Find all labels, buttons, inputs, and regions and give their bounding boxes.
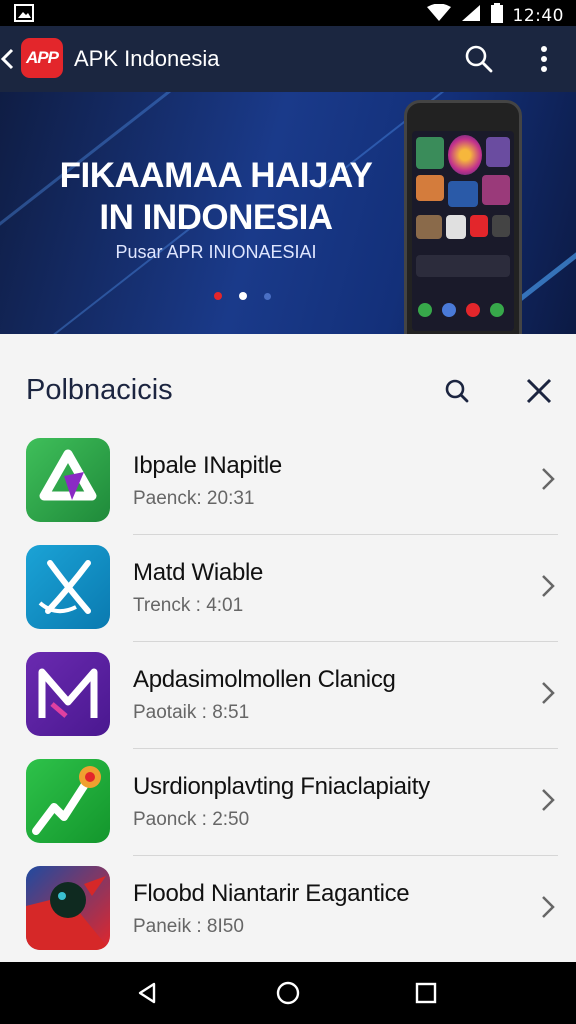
blue-x-app-icon [26,545,110,629]
app-name: Usrdionplavting Fniaclapiaity [133,773,430,800]
app-meta: Paneik : 8I50 [133,916,244,937]
app-title: APK Indonesia [74,46,220,71]
banner-headline-line2: IN INDONESIA [99,198,333,237]
carousel-dot-active[interactable] [239,292,247,300]
app-name: Ibpale INapitle [133,452,282,479]
divider [133,534,558,535]
phone-screen [412,131,514,331]
carousel-dot[interactable] [264,292,271,300]
close-icon[interactable] [522,374,556,408]
app-name: Apdasimolmollen Clanicg [133,666,396,693]
list-item[interactable]: Ibpale INapitle Paenck: 20:31 [0,438,576,545]
list-item[interactable]: Apdasimolmollen Clanicg Paotaik : 8:51 [0,652,576,759]
list-panel: Polbnacicis Ibpale INapitle Paenck: 20:3… [0,334,576,962]
list-item[interactable]: Floobd Niantarir Eagantice Paneik : 8I50 [0,866,576,973]
chevron-right-icon [538,785,558,815]
divider [133,855,558,856]
nav-recents-icon[interactable] [412,979,440,1007]
list-item[interactable]: Matd Wiable Trenck : 4:01 [0,545,576,652]
app-meta: Paotaik : 8:51 [133,702,250,723]
nav-home-icon[interactable] [274,979,302,1007]
app-bar: APP APK Indonesia [0,26,576,92]
system-nav-bar [0,962,576,1024]
app-meta: Paonck : 2:50 [133,809,250,830]
app-name: Matd Wiable [133,559,264,586]
banner-subtitle: Pusar APR INIONAESIAI [115,242,317,262]
search-icon[interactable] [462,42,496,76]
search-icon[interactable] [440,374,474,408]
carousel-dot[interactable] [214,292,222,300]
status-time: 12:40 [512,5,564,26]
app-meta: Trenck : 4:01 [133,595,244,616]
chevron-right-icon [538,678,558,708]
signal-icon [461,4,481,27]
chevron-right-icon [538,571,558,601]
app-logo: APP [21,38,63,78]
divider [133,748,558,749]
wifi-icon [426,3,451,27]
list-item[interactable]: Usrdionplavting Fniaclapiaity Paonck : 2… [0,759,576,866]
more-options-icon[interactable] [530,42,558,76]
status-bar: 12:40 [0,0,576,26]
chevron-right-icon [538,892,558,922]
green-chart-app-icon [26,759,110,843]
chevron-right-icon [538,464,558,494]
red-bird-app-icon [26,866,110,950]
purple-m-app-icon [26,652,110,736]
list-heading: Polbnacicis [26,374,173,406]
phone-illustration [404,100,522,334]
app-meta: Paenck: 20:31 [133,488,255,509]
back-arrow-icon[interactable] [0,46,18,72]
green-arrow-app-icon [26,438,110,522]
carousel-indicator[interactable] [214,292,271,300]
app-name: Floobd Niantarir Eagantice [133,880,410,907]
banner-headline-line1: FIKAAMAA HAIJAY [59,156,373,195]
nav-back-icon[interactable] [134,979,162,1007]
promo-banner[interactable]: FIKAAMAA HAIJAY IN INDONESIA Pusar APR I… [0,92,576,334]
battery-icon [490,3,503,28]
divider [133,641,558,642]
gallery-notification-icon [14,4,34,27]
